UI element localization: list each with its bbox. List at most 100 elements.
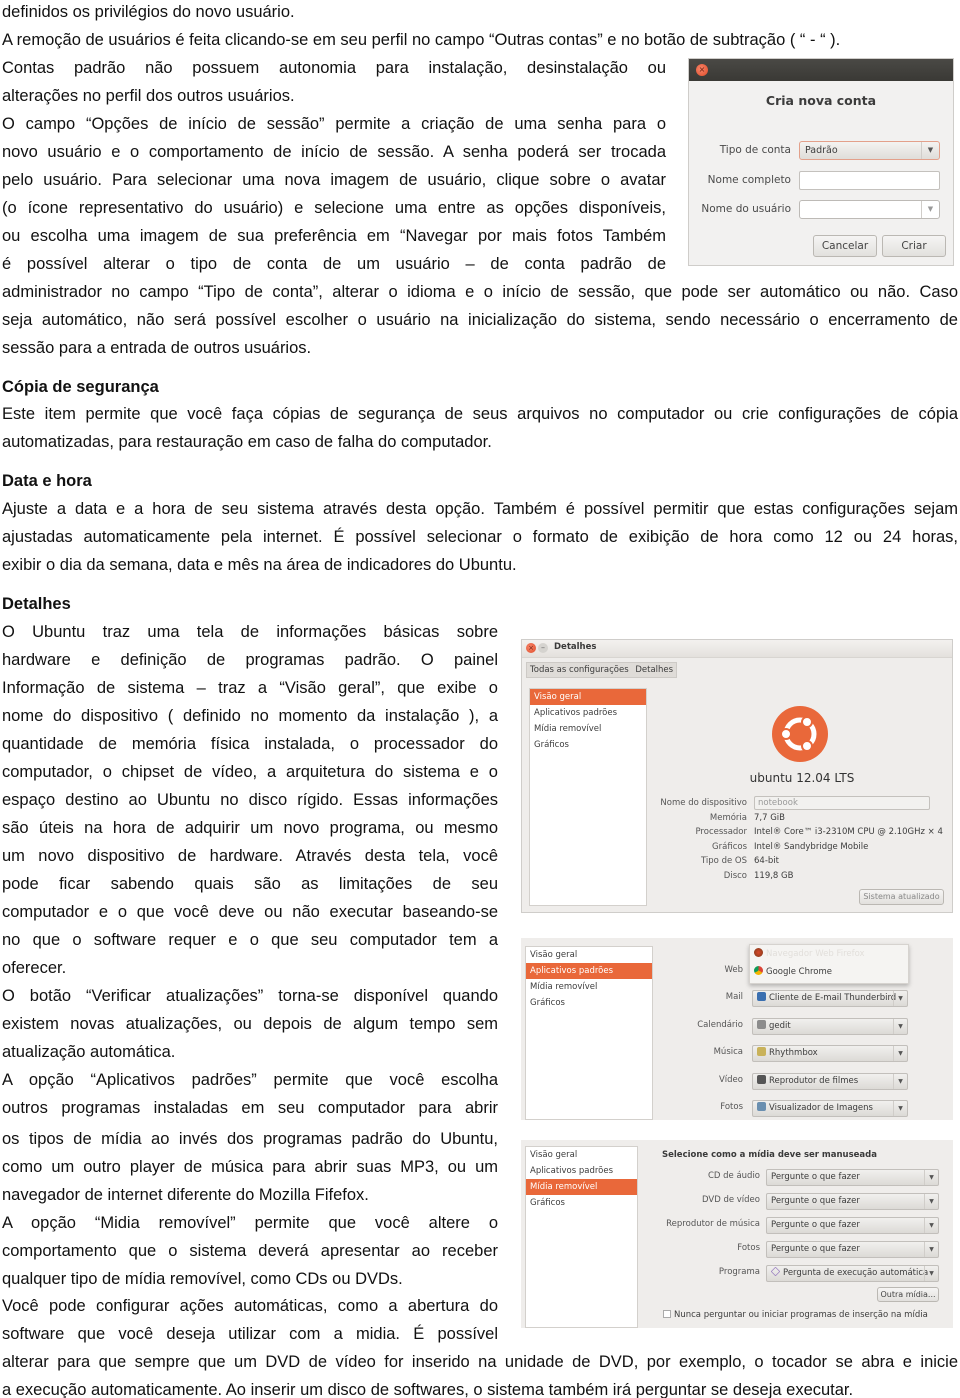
media-action-value: Pergunte o que fazer [771, 1244, 860, 1254]
menu-item-chrome[interactable]: Google Chrome [750, 963, 908, 981]
cancel-button[interactable]: Cancelar [813, 235, 877, 257]
field-label: Memória [709, 812, 747, 823]
sidebar-item-overview[interactable]: Visão geral [526, 1147, 637, 1163]
paragraph-line: exibir o dia da semana, data e mês na ár… [2, 556, 517, 574]
chevron-down-icon: ▼ [924, 1170, 938, 1185]
app-select[interactable]: Visualizador de Imagens ▼ [752, 1100, 908, 1117]
web-label: Web [724, 965, 743, 975]
sidebar-item-default-apps[interactable]: Aplicativos padrões [526, 1163, 637, 1179]
account-type-select[interactable]: Padrão ▼ [799, 141, 940, 160]
field-value: Intel® Sandybridge Mobile [754, 841, 869, 852]
sidebar-item-graphics[interactable]: Gráficos [526, 1195, 637, 1211]
never-ask-row[interactable]: Nunca perguntar ou iniciar programas de … [663, 1310, 928, 1320]
app-row-label: Música [713, 1047, 743, 1057]
paragraph-line: outros programas instaladas em seu compu… [2, 1099, 498, 1117]
full-name-label: Nome completo [707, 174, 791, 186]
paragraph-line: a execução automaticamente. Ao inserir u… [2, 1381, 854, 1398]
minimize-icon[interactable]: – [538, 643, 548, 653]
paragraph-line: oferecer. [2, 959, 67, 977]
paragraph-line: seja automático, não será possível escol… [2, 311, 958, 329]
app-select-value: Visualizador de Imagens [769, 1103, 873, 1113]
chevron-down-icon: ▼ [924, 1242, 938, 1257]
autorun-icon [770, 1266, 781, 1277]
paragraph-line: é possível alterar o tipo de conta de um… [2, 255, 666, 273]
username-combo[interactable]: ▼ [799, 200, 940, 219]
create-button[interactable]: Criar [882, 235, 946, 257]
chevron-down-icon: ▼ [893, 1101, 907, 1116]
paragraph-line: O campo “Opções de início de sessão” per… [2, 115, 666, 133]
media-row-label: DVD de vídeo [701, 1195, 760, 1205]
full-name-input[interactable] [799, 171, 940, 190]
field-label: Disco [723, 870, 747, 881]
ubuntu-logo-icon [772, 706, 828, 762]
media-heading: Selecione como a mídia deve ser manusead… [662, 1150, 877, 1160]
app-select[interactable]: Reprodutor de filmes ▼ [752, 1072, 908, 1090]
paragraph-line: pelo usuário. Para selecionar uma nova i… [2, 171, 666, 189]
sidebar-item-removable-media[interactable]: Mídia removível [526, 1179, 637, 1195]
never-ask-checkbox[interactable] [663, 1310, 671, 1318]
breadcrumb-all-settings[interactable]: Todas as configurações [530, 665, 629, 675]
media-action-select[interactable]: Pergunte o que fazer ▼ [766, 1217, 939, 1234]
media-action-value: Pergunte o que fazer [771, 1196, 860, 1206]
sidebar-item-removable-media[interactable]: Mídia removível [530, 721, 646, 737]
field-value: 119,8 GB [754, 870, 794, 881]
dialog-title: Cria nova conta [765, 93, 877, 108]
sidebar-item-removable-media[interactable]: Mídia removível [526, 979, 652, 995]
sidebar: Visão geral Aplicativos padrões Mídia re… [529, 688, 647, 906]
paragraph-line: O Ubuntu traz uma tela de informações bá… [2, 623, 498, 641]
device-name-input[interactable]: notebook [754, 796, 930, 810]
system-updated-button[interactable]: Sistema atualizado [859, 889, 944, 905]
sidebar-item-default-apps[interactable]: Aplicativos padrões [530, 705, 646, 721]
firefox-icon [754, 948, 763, 957]
field-value: Intel® Core™ i3-2310M CPU @ 2.10GHz × 4 [754, 827, 943, 837]
app-row-label: Vídeo [718, 1074, 743, 1085]
close-icon[interactable]: × [526, 643, 536, 653]
paragraph-line: software que você deseja utilizar com a … [2, 1325, 498, 1343]
app-row-label: Calendário [697, 1019, 743, 1030]
paragraph-line: administrador no campo “Tipo de conta”, … [2, 283, 958, 301]
window-titlebar: × – Detalhes [522, 640, 952, 658]
sidebar-item-default-apps[interactable]: Aplicativos padrões [526, 963, 652, 979]
app-select[interactable]: gedit ▼ [752, 1017, 908, 1035]
app-select-value: gedit [769, 1020, 791, 1031]
media-action-select[interactable]: Pergunte o que fazer ▼ [766, 1169, 939, 1186]
field-label: Tipo de OS [700, 856, 747, 866]
paragraph-line: navegador de internet diferente do Mozil… [2, 1186, 369, 1204]
paragraph-line: Ajuste a data e a hora de seu sistema at… [2, 500, 958, 518]
field-value: 7,7 GiB [754, 812, 785, 823]
chrome-icon [754, 966, 763, 975]
account-type-value: Padrão [805, 145, 838, 156]
menu-item-firefox[interactable]: Navegador Web Firefox [750, 945, 908, 963]
sidebar-item-overview[interactable]: Visão geral [526, 947, 652, 963]
paragraph-line: nome do dispositivo ( definido no moment… [2, 707, 498, 725]
paragraph-line: no que o software requer e o que seu com… [2, 931, 498, 949]
username-label: Nome do usuário [701, 203, 791, 215]
media-action-select[interactable]: Pergunte o que fazer ▼ [766, 1193, 939, 1210]
sidebar-item-graphics[interactable]: Gráficos [526, 995, 652, 1011]
media-action-select[interactable]: Pergunta de execução automática ▼ [766, 1265, 939, 1282]
chevron-down-icon: ▼ [921, 142, 939, 159]
sidebar-item-graphics[interactable]: Gráficos [530, 737, 646, 753]
never-ask-label: Nunca perguntar ou iniciar programas de … [674, 1310, 928, 1320]
paragraph-line: computador e o que você deve ou não exec… [2, 903, 498, 921]
sidebar: Visão geral Aplicativos padrões Mídia re… [525, 1146, 638, 1328]
app-select-value: Reprodutor de filmes [769, 1075, 859, 1086]
breadcrumb: Todas as configurações Detalhes [526, 662, 678, 678]
paragraph-line: comportamento que o sistema deverá apres… [2, 1242, 498, 1260]
sidebar-item-overview[interactable]: Visão geral [530, 689, 646, 705]
media-action-select[interactable]: Pergunte o que fazer ▼ [766, 1241, 939, 1258]
paragraph-line: os tipos de mídia ao invés dos programas… [2, 1130, 498, 1148]
default-apps-window: Visão geral Aplicativos padrões Mídia re… [521, 938, 953, 1120]
paragraph-line: qualquer tipo de mídia removível, como C… [2, 1270, 403, 1288]
removable-media-window: Visão geral Aplicativos padrões Mídia re… [521, 1140, 953, 1328]
media-row-label: Fotos [737, 1243, 760, 1253]
menu-item-label: Navegador Web Firefox [766, 949, 865, 959]
thunderbird-icon [757, 992, 766, 1001]
close-icon[interactable]: × [696, 64, 708, 76]
breadcrumb-details[interactable]: Detalhes [635, 665, 673, 675]
paragraph-line: são úteis na hora de adquirir um novo pr… [2, 819, 498, 837]
app-select[interactable]: Rhythmbox ▼ [752, 1045, 908, 1062]
field-label: Nome do dispositivo [660, 798, 747, 808]
other-media-button[interactable]: Outra mídia... [877, 1287, 939, 1302]
app-select[interactable]: Cliente de E-mail Thunderbird ▼ [752, 990, 908, 1007]
